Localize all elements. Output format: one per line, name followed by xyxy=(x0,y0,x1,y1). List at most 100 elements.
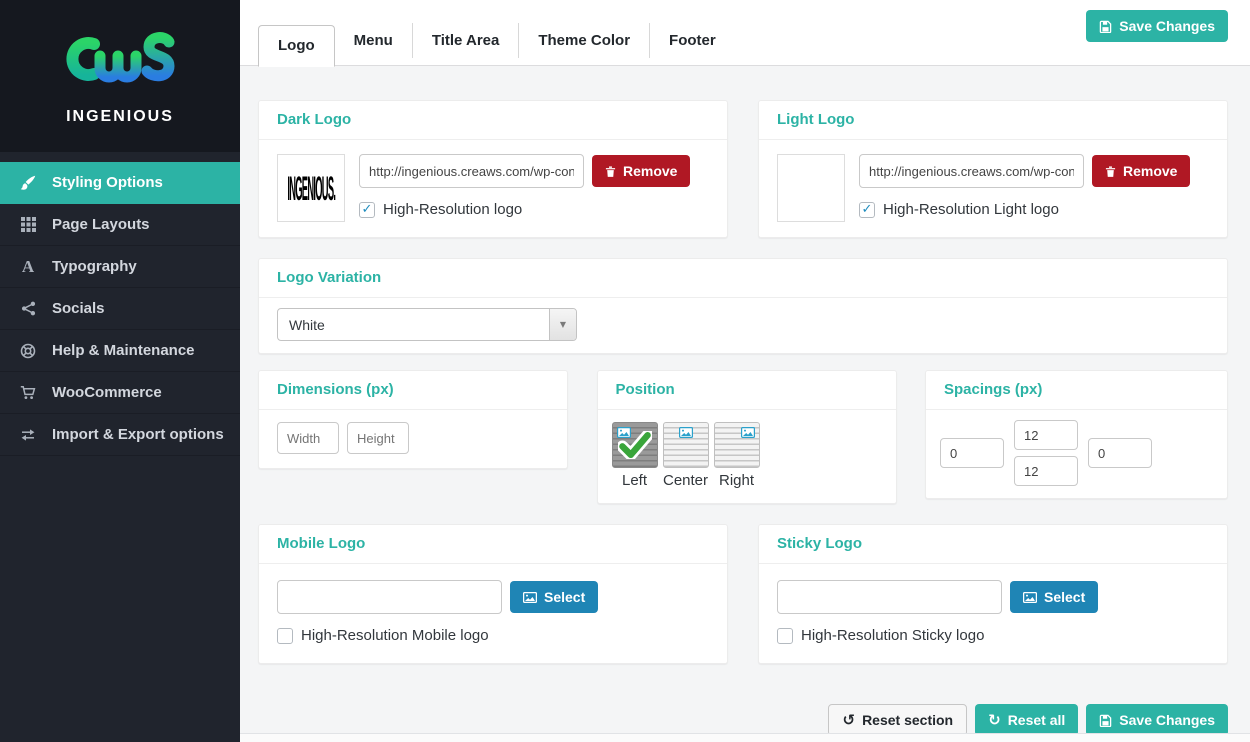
light-logo-remove-button[interactable]: Remove xyxy=(1092,155,1190,187)
trash-icon xyxy=(605,165,616,178)
dark-logo-url-input[interactable] xyxy=(359,154,584,188)
sidebar-item-label: Styling Options xyxy=(52,174,163,191)
tab-theme-color[interactable]: Theme Color xyxy=(519,23,650,58)
position-title: Position xyxy=(616,381,675,398)
undo-icon: ↺ xyxy=(842,713,855,728)
position-card: Position Left xyxy=(597,370,897,504)
mobile-logo-select-button[interactable]: Select xyxy=(510,581,598,613)
sidebar-item-label: WooCommerce xyxy=(52,384,162,401)
cws-logo xyxy=(56,26,184,102)
tab-footer[interactable]: Footer xyxy=(650,23,735,58)
typography-icon: A xyxy=(18,258,38,275)
sidebar-item-label: Page Layouts xyxy=(52,216,150,233)
position-option-center[interactable]: Center xyxy=(663,422,709,489)
dimensions-title: Dimensions (px) xyxy=(277,381,394,398)
cart-icon xyxy=(18,385,38,400)
floppy-icon xyxy=(1099,20,1112,33)
image-icon xyxy=(679,427,693,438)
save-changes-button-bottom[interactable]: Save Changes xyxy=(1086,704,1228,736)
sidebar-menu: Styling Options Page Layouts A Typograph… xyxy=(0,162,240,456)
logo-variation-selected-value: White xyxy=(278,317,325,333)
sidebar-item-socials[interactable]: Socials xyxy=(0,288,240,330)
swap-arrows-icon xyxy=(18,428,38,442)
content-area: Logo Menu Title Area Theme Color Footer … xyxy=(240,0,1250,742)
position-center-thumbnail xyxy=(663,422,709,468)
light-logo-url-input[interactable] xyxy=(859,154,1084,188)
main-panel: Dark Logo INGENIOUS. Remove xyxy=(240,66,1250,736)
light-logo-card: Light Logo Remove ✓ High xyxy=(758,100,1228,238)
position-right-thumbnail xyxy=(714,422,760,468)
spacings-title: Spacings (px) xyxy=(944,381,1042,398)
spacing-top-input[interactable] xyxy=(1014,420,1078,450)
lifebuoy-icon xyxy=(18,343,38,359)
sidebar-item-help-maintenance[interactable]: Help & Maintenance xyxy=(0,330,240,372)
trash-icon xyxy=(1105,165,1116,178)
logo-variation-select[interactable]: White ▼ xyxy=(277,308,577,341)
sidebar-item-label: Import & Export options xyxy=(52,426,224,443)
sidebar-item-label: Socials xyxy=(52,300,105,317)
footer-strip xyxy=(240,733,1250,742)
sticky-logo-title: Sticky Logo xyxy=(777,535,862,552)
brush-icon xyxy=(18,175,38,191)
tab-title-area[interactable]: Title Area xyxy=(413,23,520,58)
share-icon xyxy=(18,301,38,316)
sidebar-item-page-layouts[interactable]: Page Layouts xyxy=(0,204,240,246)
position-left-thumbnail xyxy=(612,422,658,468)
height-input[interactable] xyxy=(347,422,409,454)
refresh-icon: ↻ xyxy=(988,713,1001,728)
mobile-logo-hires-checkbox[interactable]: ✓ xyxy=(277,628,293,644)
sidebar-item-styling-options[interactable]: Styling Options xyxy=(0,162,240,204)
light-logo-thumbnail xyxy=(777,154,845,222)
dark-logo-title: Dark Logo xyxy=(277,111,351,128)
image-icon xyxy=(523,592,537,603)
dark-logo-hires-checkbox-row[interactable]: ✓ High-Resolution logo xyxy=(359,201,690,218)
brand-name: INGENIOUS xyxy=(66,108,174,126)
spacing-right-input[interactable] xyxy=(1088,438,1152,468)
image-icon xyxy=(741,427,755,438)
spacing-left-input[interactable] xyxy=(940,438,1004,468)
sticky-logo-card: Sticky Logo Select ✓ High-Resolution Sti… xyxy=(758,524,1228,664)
topbar: Logo Menu Title Area Theme Color Footer … xyxy=(240,0,1250,66)
sidebar-item-woocommerce[interactable]: WooCommerce xyxy=(0,372,240,414)
dark-logo-card: Dark Logo INGENIOUS. Remove xyxy=(258,100,728,238)
sidebar-item-import-export[interactable]: Import & Export options xyxy=(0,414,240,456)
light-logo-title: Light Logo xyxy=(777,111,854,128)
dark-logo-remove-button[interactable]: Remove xyxy=(592,155,690,187)
logo-variation-title: Logo Variation xyxy=(277,269,381,286)
chevron-down-icon: ▼ xyxy=(549,309,576,340)
sidebar-item-label: Help & Maintenance xyxy=(52,342,195,359)
spacings-card: Spacings (px) xyxy=(925,370,1228,499)
mobile-logo-hires-checkbox-row[interactable]: ✓ High-Resolution Mobile logo xyxy=(277,627,709,644)
tab-menu[interactable]: Menu xyxy=(335,23,413,58)
spacing-bottom-input[interactable] xyxy=(1014,456,1078,486)
light-logo-hires-checkbox[interactable]: ✓ xyxy=(859,202,875,218)
width-input[interactable] xyxy=(277,422,339,454)
brand-block: INGENIOUS xyxy=(0,0,240,152)
sticky-logo-select-button[interactable]: Select xyxy=(1010,581,1098,613)
save-changes-button-top[interactable]: Save Changes xyxy=(1086,10,1228,42)
position-option-left[interactable]: Left xyxy=(612,422,658,489)
check-icon xyxy=(618,431,652,459)
grid-icon xyxy=(18,217,38,232)
reset-all-button[interactable]: ↻ Reset all xyxy=(975,704,1078,736)
sidebar-item-typography[interactable]: A Typography xyxy=(0,246,240,288)
dark-logo-hires-checkbox[interactable]: ✓ xyxy=(359,202,375,218)
sticky-logo-hires-checkbox-row[interactable]: ✓ High-Resolution Sticky logo xyxy=(777,627,1209,644)
sticky-logo-url-input[interactable] xyxy=(777,580,1002,614)
dark-logo-thumbnail: INGENIOUS. xyxy=(277,154,345,222)
logo-variation-card: Logo Variation White ▼ xyxy=(258,258,1228,354)
light-logo-hires-checkbox-row[interactable]: ✓ High-Resolution Light logo xyxy=(859,201,1190,218)
tab-logo[interactable]: Logo xyxy=(258,25,335,67)
tab-bar: Logo Menu Title Area Theme Color Footer xyxy=(258,23,735,65)
bottom-action-bar: ↺ Reset section ↻ Reset all Save Changes xyxy=(258,704,1228,736)
mobile-logo-card: Mobile Logo Select ✓ High-Resolution Mob… xyxy=(258,524,728,664)
reset-section-button[interactable]: ↺ Reset section xyxy=(828,704,967,736)
position-option-right[interactable]: Right xyxy=(714,422,760,489)
sidebar-item-label: Typography xyxy=(52,258,137,275)
mobile-logo-url-input[interactable] xyxy=(277,580,502,614)
sticky-logo-hires-checkbox[interactable]: ✓ xyxy=(777,628,793,644)
mobile-logo-title: Mobile Logo xyxy=(277,535,365,552)
image-icon xyxy=(1023,592,1037,603)
dimensions-card: Dimensions (px) xyxy=(258,370,568,469)
floppy-icon xyxy=(1099,714,1112,727)
